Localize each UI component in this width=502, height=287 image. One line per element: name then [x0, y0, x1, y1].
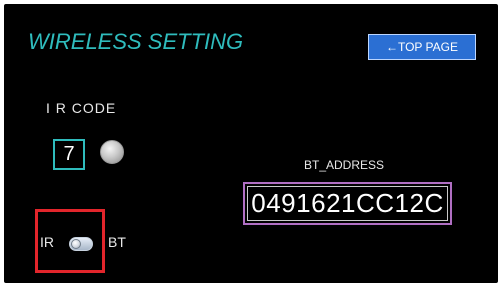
page-title: WIRELESS SETTING: [28, 29, 244, 54]
bt-address-value[interactable]: 0491621CC12C: [247, 186, 448, 221]
device-screen: WIRELESS SETTING ←TOP PAGE I R CODE 7 BT…: [0, 0, 502, 287]
wireless-setting-panel: WIRELESS SETTING ←TOP PAGE I R CODE 7 BT…: [4, 4, 498, 283]
toggle-switch-icon[interactable]: [69, 237, 93, 251]
ir-code-value[interactable]: 7: [53, 139, 85, 170]
gray-circle-icon: [100, 140, 124, 164]
toggle-knob[interactable]: [71, 239, 81, 249]
ir-mode-label: IR: [40, 234, 54, 250]
bt-address-field[interactable]: 0491621CC12C: [243, 182, 452, 225]
ir-code-label: I R CODE: [46, 100, 117, 116]
top-page-button[interactable]: ←TOP PAGE: [368, 34, 476, 60]
bt-address-label: BT_ADDRESS: [304, 158, 385, 172]
bt-mode-label: BT: [108, 234, 126, 250]
